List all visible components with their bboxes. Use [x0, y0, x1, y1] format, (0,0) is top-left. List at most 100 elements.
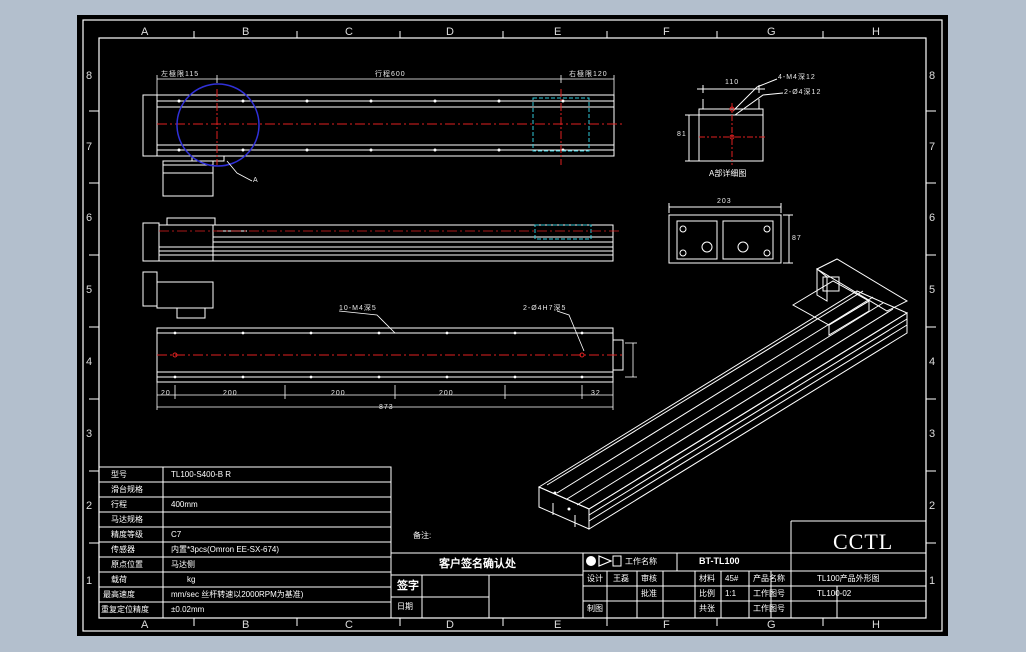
brand-logo-text: CCTL: [833, 529, 894, 554]
notes-label: 备注:: [413, 531, 432, 540]
zone-col-c: C: [345, 26, 353, 38]
zone-col-g: G: [767, 26, 776, 38]
tb-sheet-label: 工作图号: [753, 604, 785, 613]
spec-value-stroke: 400mm: [171, 500, 198, 509]
spec-value-repeatability: ±0.02mm: [171, 605, 205, 614]
spec-label-slide: 滑台规格: [111, 485, 143, 494]
spec-label-origin: 原点位置: [111, 560, 143, 569]
spec-value-origin: 马达侧: [171, 560, 195, 569]
zone-row-7-right: 7: [929, 141, 936, 153]
tb-r1-c7: 产品名称: [753, 574, 785, 583]
middle-view: [142, 217, 614, 262]
zone-col-a: A: [141, 26, 149, 38]
zone-row-1: 1: [86, 575, 93, 587]
note-pin-holes: 2-Ø4H7深5: [523, 305, 567, 312]
spec-value-precision: C7: [171, 530, 182, 539]
spec-label-precision: 精度等级: [111, 530, 143, 539]
spec-label-repeatability: 重复定位精度: [101, 605, 149, 614]
tb-r1-c8: TL100产品外形图: [817, 574, 880, 583]
zone-row-8: 8: [86, 70, 93, 82]
zone-row-1-right: 1: [929, 575, 936, 587]
zone-col-b: B: [242, 26, 250, 38]
end-view-width: 203: [717, 198, 732, 205]
bottom-view: [142, 271, 624, 383]
tb-r1-c1: 设计: [587, 574, 603, 583]
spec-label-speed: 最高速度: [103, 590, 135, 599]
spec-value-model: TL100-S400-B R: [171, 470, 232, 479]
spec-label-sensor: 传感器: [111, 545, 135, 554]
tb-r2-c8: TL100-02: [817, 589, 852, 598]
tb-page-label: 共张: [699, 604, 715, 613]
detail-caption: A部详细图: [709, 169, 747, 178]
tb-r1-c3: 审核: [641, 574, 657, 583]
work-name-value: BT-TL100: [699, 556, 740, 566]
note-tapped-holes: 10-M4深5: [339, 305, 377, 312]
zone-col-b-bottom: B: [242, 619, 250, 631]
zone-row-4-right: 4: [929, 356, 936, 368]
spec-label-model: 型号: [111, 470, 127, 479]
spec-value-sensor: 内置*3pcs(Omron EE-SX-674): [171, 545, 280, 554]
tb-r2-c5: 比例: [699, 589, 715, 598]
tb-r3-c1: 制图: [587, 604, 603, 613]
zone-col-f: F: [663, 26, 670, 38]
tb-r1-c5: 材料: [699, 574, 715, 583]
cad-drawing: [82, 19, 943, 632]
zone-col-d-bottom: D: [446, 619, 454, 631]
dim-segment-5: 32: [591, 390, 601, 397]
zone-row-3: 3: [86, 428, 93, 440]
tb-r1-c2: 王磊: [613, 574, 629, 583]
detail-note-1: 4-M4深12: [778, 74, 816, 81]
zone-col-a-bottom: A: [141, 619, 149, 631]
zone-col-c-bottom: C: [345, 619, 353, 631]
spec-value-load: kg: [187, 575, 196, 584]
detail-width: 110: [725, 79, 740, 86]
zone-col-h-bottom: H: [872, 619, 880, 631]
zone-row-5: 5: [86, 284, 93, 296]
dim-total-length: 873: [379, 404, 394, 411]
detail-callout-label: A: [253, 177, 259, 184]
sign-label: 签字: [397, 580, 419, 592]
spec-label-load: 载荷: [111, 575, 127, 584]
dim-stroke: 行程600: [375, 71, 406, 78]
spec-label-motor: 马达规格: [111, 515, 143, 524]
work-name-label: 工作名称: [625, 557, 657, 566]
date-label: 日期: [397, 602, 413, 611]
company-logo: [586, 555, 622, 567]
drawing-sheet: A B C D E F G H A B C D E F G H 8 7 6 5 …: [77, 15, 948, 636]
zone-row-2: 2: [86, 500, 93, 512]
detail-note-2: 2-Ø4深12: [784, 89, 822, 96]
dim-segment-1: 20: [161, 390, 171, 397]
detail-a-view: [685, 78, 784, 162]
dim-left-limit: 左極限115: [161, 71, 200, 78]
end-view-height: 87: [792, 235, 802, 242]
zone-row-6-right: 6: [929, 212, 936, 224]
zone-col-h: H: [872, 26, 880, 38]
zone-col-e-bottom: E: [554, 619, 562, 631]
tb-r2-c7: 工作图号: [753, 589, 785, 598]
dim-segment-4: 200: [439, 390, 454, 397]
customer-confirm-label: 客户签名确认处: [439, 558, 516, 570]
dim-segment-3: 200: [331, 390, 346, 397]
zone-row-2-right: 2: [929, 500, 936, 512]
dim-right-limit: 右極限120: [569, 71, 608, 78]
end-view: [668, 203, 793, 264]
tb-r2-c6: 1:1: [725, 589, 737, 598]
detail-circle: [176, 83, 260, 167]
tb-r2-c4: 批准: [641, 589, 657, 598]
zone-col-g-bottom: G: [767, 619, 776, 631]
zone-col-d: D: [446, 26, 454, 38]
detail-height: 81: [677, 131, 687, 138]
zone-col-f-bottom: F: [663, 619, 670, 631]
zone-row-7: 7: [86, 141, 93, 153]
zone-row-3-right: 3: [929, 428, 936, 440]
zone-row-4: 4: [86, 356, 93, 368]
zone-row-8-right: 8: [929, 70, 936, 82]
zone-col-e: E: [554, 26, 562, 38]
zone-row-5-right: 5: [929, 284, 936, 296]
top-view: [142, 94, 615, 197]
zone-row-6: 6: [86, 212, 93, 224]
dim-segment-2: 200: [223, 390, 238, 397]
spec-value-speed: mm/sec 丝杆转速以2000RPM为基准): [171, 590, 304, 599]
tb-r1-c6: 45#: [725, 574, 739, 583]
spec-label-stroke: 行程: [111, 500, 127, 509]
